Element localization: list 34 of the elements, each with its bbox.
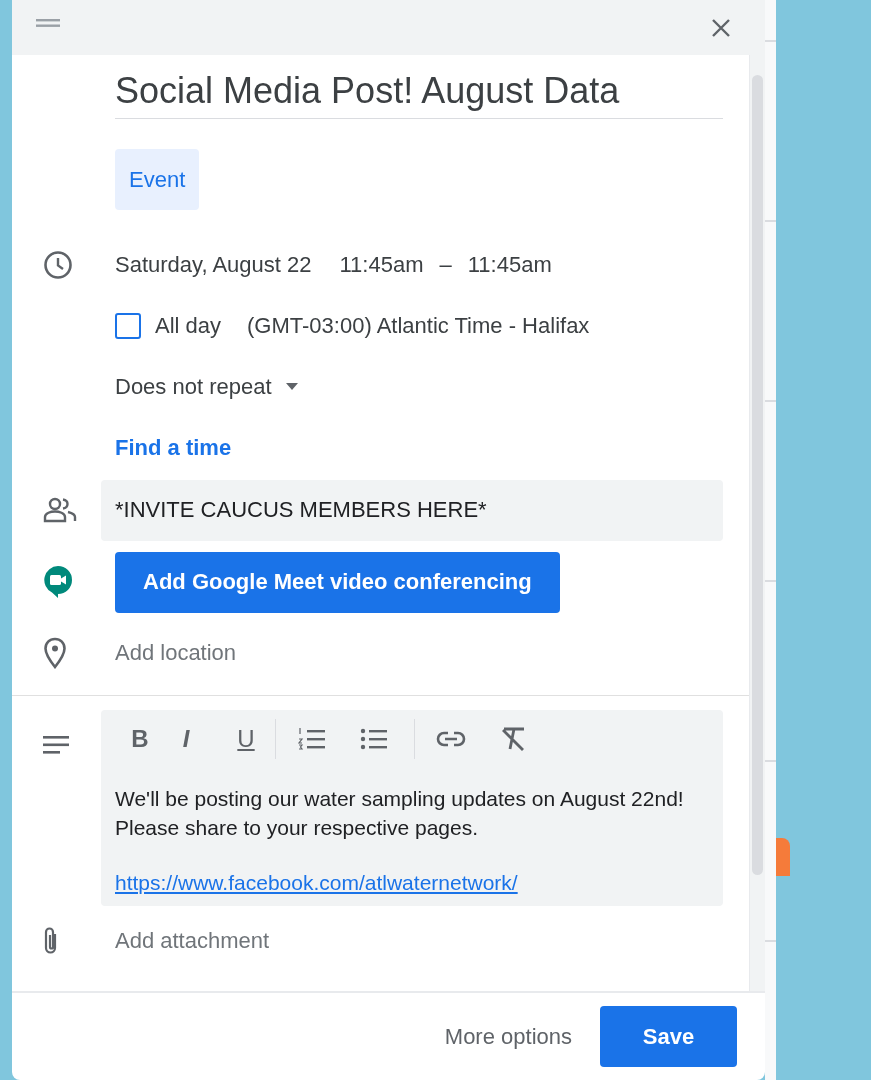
more-options-button[interactable]: More options (444, 1023, 572, 1050)
description-editor[interactable]: B I U We'll be posting our water sampling updates on August 22nd! Please share to your respective pages. https://www.facebook.com/atlwaternetwork/ (101, 710, 723, 906)
people-icon (43, 497, 77, 523)
numbered-list-icon (298, 727, 326, 751)
location-pin-icon (43, 636, 67, 669)
start-time[interactable]: 11:45am (339, 251, 424, 278)
clock-icon (43, 249, 73, 280)
guests-field[interactable]: *INVITE CAUCUS MEMBERS HERE* (101, 479, 723, 541)
underline-button[interactable]: U (231, 719, 261, 759)
save-button[interactable]: Save (600, 1006, 737, 1067)
description-icon (43, 736, 69, 754)
scrollbar[interactable] (749, 55, 765, 991)
facebook-link[interactable]: https://www.facebook.com/atlwaternetwork/ (115, 871, 518, 895)
bulleted-list-icon (360, 727, 388, 751)
repeat-dropdown[interactable]: Does not repeat (115, 373, 298, 400)
clear-format-icon (500, 727, 526, 751)
paperclip-icon (43, 926, 59, 956)
time-separator: – (439, 251, 452, 278)
link-icon (436, 731, 466, 747)
find-time-link[interactable]: Find a time (115, 434, 232, 461)
description-text: We'll be posting our water sampling updates on August 22nd! Please share to your respective pages. (115, 786, 685, 841)
all-day-checkbox[interactable] (115, 312, 141, 339)
event-date[interactable]: Saturday, August 22 (115, 251, 312, 278)
caret-icon (285, 383, 298, 390)
italic-button[interactable]: I (171, 719, 201, 759)
close-icon[interactable] (711, 17, 731, 38)
timezone-link[interactable]: (GMT-03:00) Atlantic Time - Halifax (247, 312, 590, 339)
meet-button[interactable]: Add Google Meet video conferencing (115, 551, 560, 613)
event-tab[interactable]: Event (115, 149, 200, 210)
drag-handle-icon[interactable] (36, 17, 60, 28)
end-time[interactable]: 11:45am (467, 251, 552, 278)
bold-button[interactable]: B (125, 719, 155, 759)
all-day-label[interactable]: All day (155, 312, 222, 339)
video-call-icon (43, 565, 73, 599)
